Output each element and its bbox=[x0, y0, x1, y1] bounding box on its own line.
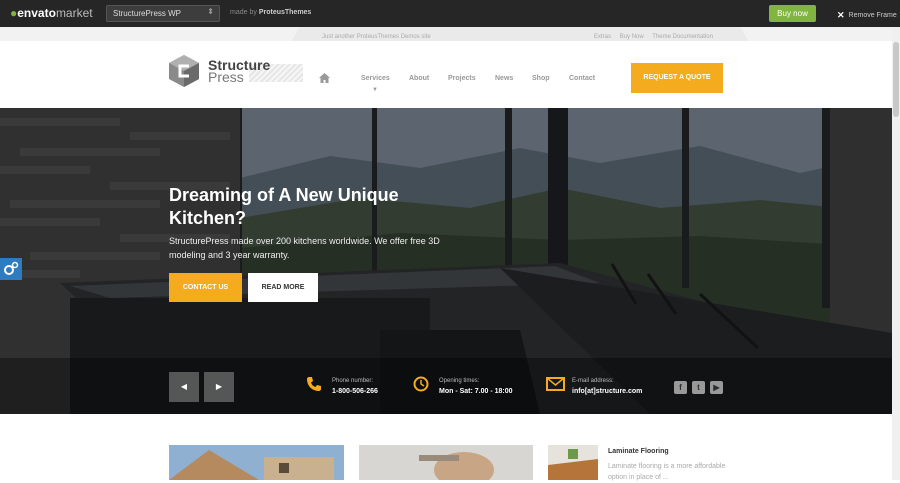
email-label: E-mail address: bbox=[572, 378, 614, 384]
facebook-icon[interactable]: f bbox=[674, 381, 687, 394]
contact-us-button[interactable]: CONTACT US bbox=[169, 273, 242, 302]
flooring-photo bbox=[548, 445, 598, 480]
site-header: Structure Press Services ▼ About Project… bbox=[0, 47, 892, 108]
made-by: made by ProteusThemes bbox=[230, 9, 312, 16]
top-links: Extras Buy Now Theme Documentation bbox=[594, 34, 720, 40]
phone-value[interactable]: 1-800-506-266 bbox=[332, 388, 378, 395]
chevron-down-icon: ▼ bbox=[372, 87, 378, 93]
select-caret-icon: ⬍ bbox=[207, 7, 214, 16]
envato-frame-bar: ●envatomarket StructurePress WP ⬍ made b… bbox=[0, 0, 900, 27]
chevron-left-icon: ◀ bbox=[180, 382, 188, 391]
gear-icon bbox=[4, 261, 19, 275]
email-value[interactable]: info[at]structure.com bbox=[572, 388, 642, 395]
theme-select[interactable]: StructurePress WP ⬍ bbox=[106, 5, 220, 22]
close-icon: ✕ bbox=[837, 10, 845, 20]
top-link-documentation[interactable]: Theme Documentation bbox=[652, 34, 713, 40]
request-quote-button[interactable]: REQUEST A QUOTE bbox=[631, 63, 723, 93]
theme-select-value: StructurePress WP bbox=[113, 9, 182, 18]
house-photo bbox=[169, 445, 344, 480]
slider-next-button[interactable]: ▶ bbox=[204, 372, 234, 402]
laminate-flooring-title[interactable]: Laminate Flooring bbox=[608, 448, 669, 455]
topbar-shape bbox=[0, 27, 892, 47]
slider-prev-button[interactable]: ◀ bbox=[169, 372, 199, 402]
phone-icon bbox=[307, 377, 321, 391]
laminate-flooring-image[interactable] bbox=[548, 445, 598, 480]
read-more-button[interactable]: READ MORE bbox=[248, 273, 318, 302]
painting-photo bbox=[359, 445, 533, 480]
scrollbar-thumb[interactable] bbox=[893, 42, 899, 117]
top-link-buy-now[interactable]: Buy Now bbox=[620, 34, 644, 40]
nav-about[interactable]: About bbox=[409, 75, 429, 82]
nav-projects[interactable]: Projects bbox=[448, 75, 476, 82]
youtube-icon[interactable]: ▶ bbox=[710, 381, 723, 394]
buy-now-button[interactable]: Buy now bbox=[769, 5, 816, 22]
nav-shop[interactable]: Shop bbox=[532, 75, 550, 82]
hero-title: Dreaming of A New Unique Kitchen? bbox=[169, 185, 399, 228]
project-image-2[interactable] bbox=[359, 445, 533, 480]
project-image-1[interactable] bbox=[169, 445, 344, 480]
phone-label: Phone number: bbox=[332, 378, 374, 384]
mail-icon bbox=[546, 377, 565, 391]
envato-logo[interactable]: ●envatomarket bbox=[10, 6, 93, 20]
twitter-icon[interactable]: t bbox=[692, 381, 705, 394]
nav-news[interactable]: News bbox=[495, 75, 513, 82]
site-logo-text[interactable]: Structure Press bbox=[208, 58, 270, 84]
hours-value: Mon - Sat: 7.00 - 18:00 bbox=[439, 388, 513, 395]
top-link-extras[interactable]: Extras bbox=[594, 34, 611, 40]
logo-cube-icon[interactable] bbox=[169, 55, 199, 87]
top-bar: Just another ProteusThemes Demos site Ex… bbox=[0, 27, 892, 47]
made-by-author[interactable]: ProteusThemes bbox=[259, 9, 312, 16]
clock-icon bbox=[413, 376, 429, 392]
nav-contact[interactable]: Contact bbox=[569, 75, 595, 82]
settings-gear-tab[interactable] bbox=[0, 258, 22, 280]
chevron-right-icon: ▶ bbox=[215, 382, 223, 391]
nav-services[interactable]: Services bbox=[361, 75, 390, 82]
remove-frame-link[interactable]: ✕ Remove Frame bbox=[837, 9, 897, 20]
hours-label: Opening times: bbox=[439, 378, 480, 384]
home-icon[interactable] bbox=[319, 73, 330, 83]
site-tagline: Just another ProteusThemes Demos site bbox=[322, 34, 431, 40]
hero-text: StructurePress made over 200 kitchens wo… bbox=[169, 236, 440, 260]
